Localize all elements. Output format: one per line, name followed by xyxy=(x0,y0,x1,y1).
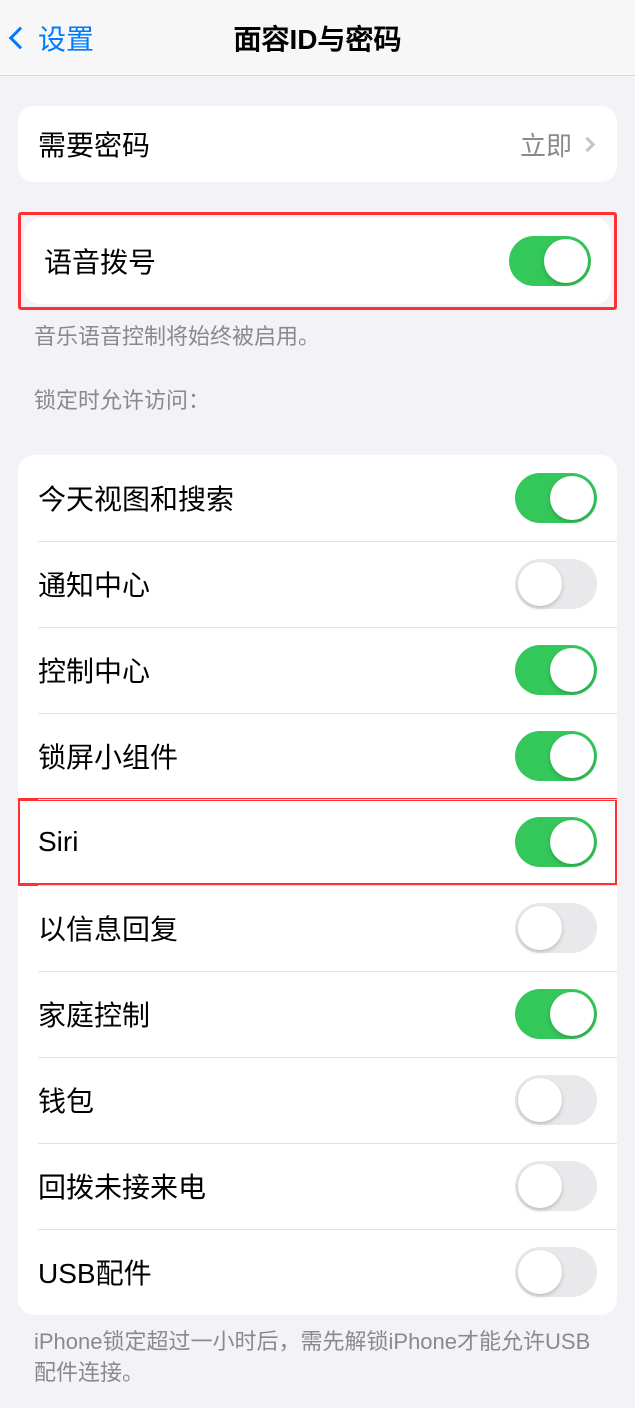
home-control-label: 家庭控制 xyxy=(38,994,150,1034)
nav-bar: 设置 面容ID与密码 xyxy=(0,0,635,76)
return-missed-calls-row: 回拨未接来电 xyxy=(18,1143,617,1229)
today-view-search-row: 今天视图和搜索 xyxy=(18,455,617,541)
return-missed-calls-label: 回拨未接来电 xyxy=(38,1166,206,1206)
siri-label: Siri xyxy=(38,826,78,858)
usb-accessories-toggle[interactable] xyxy=(515,1247,597,1297)
page-title: 面容ID与密码 xyxy=(233,18,401,58)
back-button[interactable]: 设置 xyxy=(0,18,94,58)
wallet-label: 钱包 xyxy=(38,1080,94,1120)
voice-dial-highlight: 语音拨号 xyxy=(18,212,617,310)
siri-toggle[interactable] xyxy=(515,817,597,867)
usb-footer: iPhone锁定超过一小时后，需先解锁iPhone才能允许USB配件连接。 xyxy=(0,1315,635,1389)
reply-with-message-toggle[interactable] xyxy=(515,903,597,953)
back-label: 设置 xyxy=(38,18,94,58)
lock-screen-widgets-row: 锁屏小组件 xyxy=(18,713,617,799)
chevron-left-icon xyxy=(9,26,32,49)
today-view-search-toggle[interactable] xyxy=(515,473,597,523)
wallet-toggle[interactable] xyxy=(515,1075,597,1125)
allow-access-header: 锁定时允许访问： xyxy=(0,353,635,425)
reply-with-message-row: 以信息回复 xyxy=(18,885,617,971)
row-right: 立即 xyxy=(520,126,597,163)
require-passcode-row[interactable]: 需要密码 立即 xyxy=(18,106,617,182)
wallet-row: 钱包 xyxy=(18,1057,617,1143)
control-center-toggle[interactable] xyxy=(515,645,597,695)
voice-dial-toggle[interactable] xyxy=(509,236,591,286)
home-control-row: 家庭控制 xyxy=(18,971,617,1057)
voice-dial-row: 语音拨号 xyxy=(24,218,611,304)
lock-screen-widgets-toggle[interactable] xyxy=(515,731,597,781)
siri-row: Siri xyxy=(18,799,617,885)
allow-access-group: 今天视图和搜索通知中心控制中心锁屏小组件 Siri 以信息回复家庭控制钱包回拨未接来… xyxy=(18,455,617,1315)
reply-with-message-label: 以信息回复 xyxy=(38,908,178,948)
home-control-toggle[interactable] xyxy=(515,989,597,1039)
voice-dial-footer: 音乐语音控制将始终被启用。 xyxy=(0,310,635,353)
require-passcode-group: 需要密码 立即 xyxy=(18,106,617,182)
return-missed-calls-toggle[interactable] xyxy=(515,1161,597,1211)
notification-center-toggle[interactable] xyxy=(515,559,597,609)
notification-center-label: 通知中心 xyxy=(38,564,150,604)
today-view-search-label: 今天视图和搜索 xyxy=(38,478,234,518)
chevron-right-icon xyxy=(580,136,596,152)
control-center-row: 控制中心 xyxy=(18,627,617,713)
lock-screen-widgets-label: 锁屏小组件 xyxy=(38,736,178,776)
usb-accessories-label: USB配件 xyxy=(38,1252,152,1292)
require-passcode-value: 立即 xyxy=(520,126,572,163)
control-center-label: 控制中心 xyxy=(38,650,150,690)
voice-dial-label: 语音拨号 xyxy=(44,241,156,281)
notification-center-row: 通知中心 xyxy=(18,541,617,627)
usb-accessories-row: USB配件 xyxy=(18,1229,617,1315)
require-passcode-label: 需要密码 xyxy=(38,124,150,164)
